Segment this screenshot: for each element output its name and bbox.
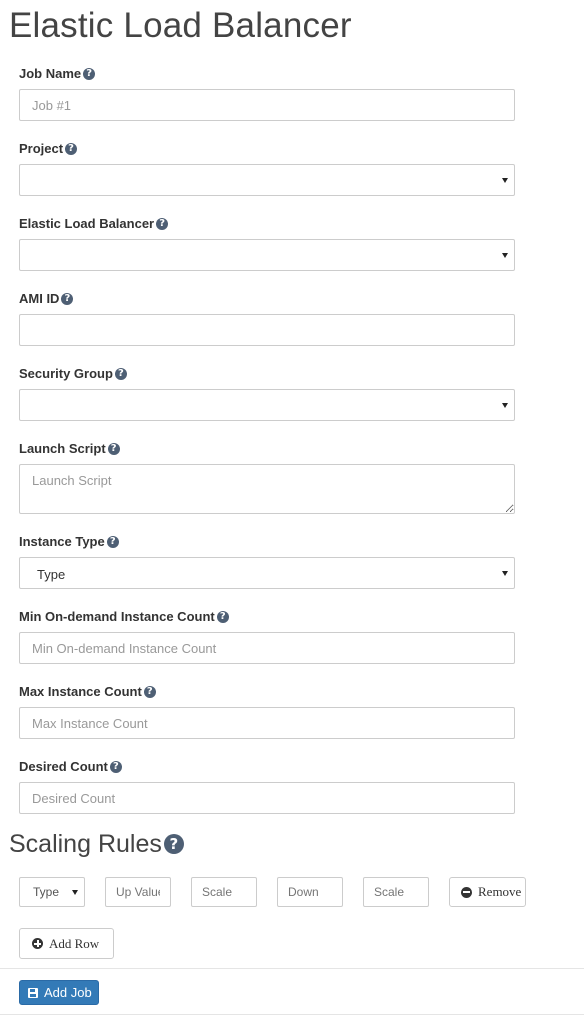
elb-select[interactable] [19,239,515,271]
plus-circle-icon [32,938,43,949]
rule-type-select[interactable]: Type [19,877,85,907]
question-circle-icon[interactable]: ? [106,536,119,548]
launch-script-textarea[interactable] [19,464,515,514]
footer-divider-top [0,968,584,969]
min-ondemand-label: Min On-demand Instance Count [19,609,215,624]
down-value-input[interactable] [277,877,343,907]
scaling-rules-title-text: Scaling Rules [9,830,162,858]
ami-id-input[interactable] [19,314,515,346]
remove-rule-button[interactable]: Remove [449,877,526,907]
launch-script-label: Launch Script [19,441,106,456]
instance-type-label-row: Instance Type ? [19,534,515,550]
min-ondemand-label-row: Min On-demand Instance Count ? [19,609,515,625]
scaling-rule-row: Type Remove [0,877,584,907]
security-group-label-row: Security Group ? [19,366,515,382]
security-group-label: Security Group [19,366,113,381]
floppy-disk-icon [28,987,38,998]
max-instance-label-row: Max Instance Count ? [19,684,515,700]
question-circle-icon[interactable]: ? [109,761,122,773]
question-circle-icon[interactable]: ? [65,143,78,155]
job-name-label-row: Job Name ? [19,66,515,82]
elb-label: Elastic Load Balancer [19,216,155,231]
ami-id-label: AMI ID [19,291,60,306]
project-select[interactable] [19,164,515,196]
minus-circle-icon [461,886,472,898]
add-row-label: Add Row [49,935,100,951]
elb-label-row: Elastic Load Balancer ? [19,216,515,232]
caret-down-icon [502,253,508,258]
caret-down-icon [502,178,508,183]
ami-id-group: AMI ID ? [19,291,515,346]
elb-group: Elastic Load Balancer ? [19,216,515,271]
question-circle-icon[interactable]: ? [107,443,120,455]
question-circle-icon[interactable]: ? [83,68,96,80]
desired-count-input[interactable] [19,782,515,814]
question-circle-icon[interactable]: ? [163,834,184,854]
scale-up-input[interactable] [191,877,257,907]
up-value-input[interactable] [105,877,171,907]
question-circle-icon[interactable]: ? [61,293,74,305]
project-label-row: Project ? [19,141,515,157]
rule-type-value: Type [33,885,59,899]
page-title: Elastic Load Balancer [9,6,352,45]
caret-down-icon [72,890,78,895]
remove-rule-label: Remove [478,884,522,899]
launch-script-label-row: Launch Script ? [19,441,515,457]
add-job-label: Add Job [44,985,92,1000]
ami-id-label-row: AMI ID ? [19,291,515,307]
scale-down-input[interactable] [363,877,429,907]
launch-script-group: Launch Script ? [19,441,515,514]
project-label: Project [19,141,64,156]
max-instance-group: Max Instance Count ? [19,684,515,739]
scaling-rules-title: Scaling Rules ? [9,829,184,859]
max-instance-label: Max Instance Count [19,684,142,699]
max-instance-input[interactable] [19,707,515,739]
desired-count-label: Desired Count [19,759,108,774]
instance-type-select[interactable]: Type [19,557,515,589]
add-row-button[interactable]: Add Row [19,928,114,959]
desired-count-label-row: Desired Count ? [19,759,515,775]
min-ondemand-group: Min On-demand Instance Count ? [19,609,515,664]
desired-count-group: Desired Count ? [19,759,515,814]
question-circle-icon[interactable]: ? [114,368,127,380]
security-group-group: Security Group ? [19,366,515,421]
question-circle-icon[interactable]: ? [216,611,229,623]
instance-type-select-value: Type [37,567,66,582]
caret-down-icon [502,403,508,408]
add-job-button[interactable]: Add Job [19,980,99,1005]
project-group: Project ? [19,141,515,196]
instance-type-label: Instance Type [19,534,105,549]
security-group-select[interactable] [19,389,515,421]
min-ondemand-input[interactable] [19,632,515,664]
question-circle-icon[interactable]: ? [143,686,156,698]
job-name-label: Job Name [19,66,82,81]
job-name-input[interactable] [19,89,515,121]
footer-divider-bottom [0,1014,584,1015]
question-circle-icon[interactable]: ? [156,218,169,230]
instance-type-group: Instance Type ? Type [19,534,515,589]
job-name-group: Job Name ? [19,66,515,121]
caret-down-icon [502,571,508,576]
